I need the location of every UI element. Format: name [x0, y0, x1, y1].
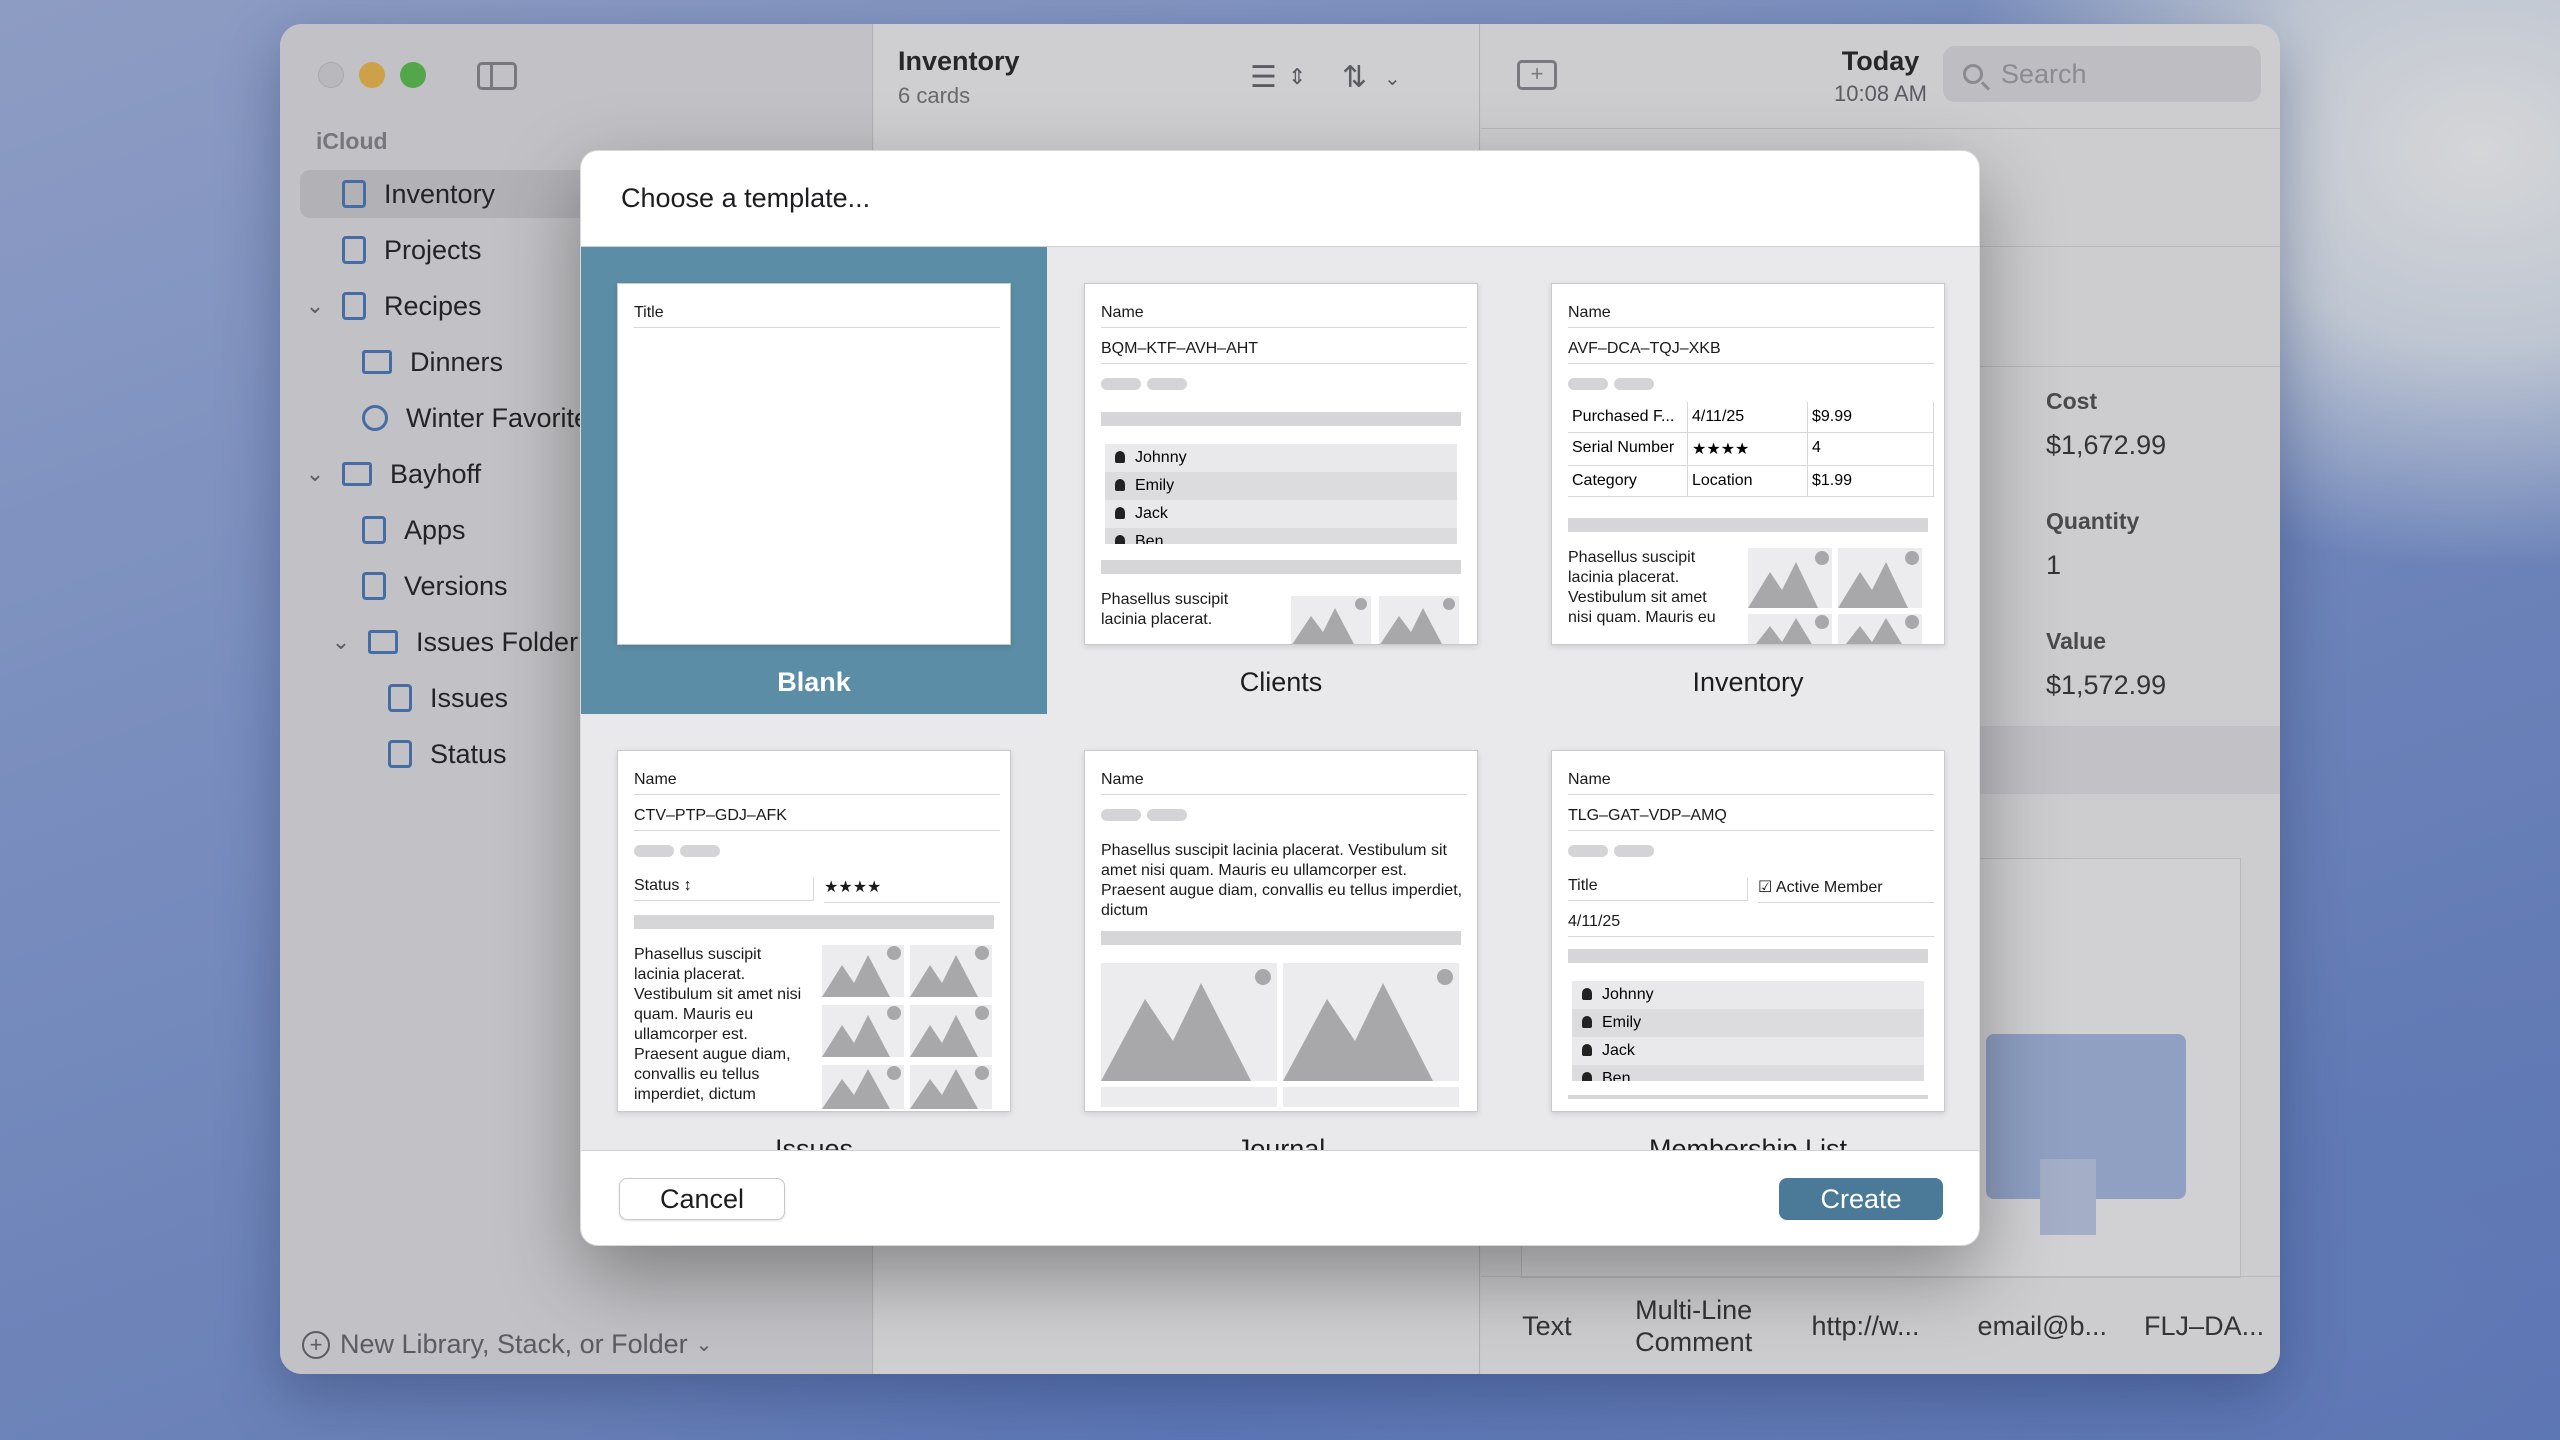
preview-field: Name: [1101, 304, 1467, 328]
table-cell: 4/11/25: [1688, 402, 1808, 433]
template-label: Membership List: [1648, 1134, 1848, 1151]
preview-status-field: Status ↕: [634, 877, 814, 901]
person-name: Emily: [1135, 477, 1175, 494]
preview-field: Name: [634, 771, 1000, 795]
image-thumbnail-icon: [910, 1065, 992, 1109]
table-cell: Serial Number: [1568, 433, 1688, 466]
image-thumbnail-icon: [1101, 963, 1277, 1081]
dialog-footer: Cancel Create: [581, 1151, 1979, 1245]
template-grid: Title Blank Name BQM–KTF–AVH–AHT Johnny …: [581, 246, 1979, 1151]
person-name: Johnny: [1135, 449, 1187, 466]
image-thumbnail-icon: [1748, 548, 1832, 608]
preview-people-list: Johnny Emily Jack Ben: [1105, 444, 1457, 544]
table-cell: 4: [1808, 433, 1934, 466]
image-thumbnail-icon: [822, 945, 904, 997]
person-name: Johnny: [1602, 986, 1654, 1003]
image-thumbnail-icon: [1748, 614, 1832, 644]
preview-date: 4/11/25: [1568, 913, 1934, 937]
template-issues[interactable]: Name CTV–PTP–GDJ–AFK Status ↕ ★★★★ Phase…: [581, 714, 1047, 1151]
preview-field: Name: [1101, 771, 1467, 795]
preview-code: AVF–DCA–TQJ–XKB: [1568, 340, 1934, 364]
preview-code: BQM–KTF–AVH–AHT: [1101, 340, 1467, 364]
preview-code: CTV–PTP–GDJ–AFK: [634, 807, 1000, 831]
person-icon: [1115, 507, 1125, 519]
table-cell: Purchased F...: [1568, 402, 1688, 433]
cancel-button[interactable]: Cancel: [619, 1178, 785, 1220]
preview-checkbox: ☑ Active Member: [1758, 877, 1934, 903]
image-thumbnail-icon: [910, 1005, 992, 1057]
person-icon: [1115, 451, 1125, 463]
table-cell: Category: [1568, 466, 1688, 497]
table-cell: $1.99: [1808, 466, 1934, 497]
create-button[interactable]: Create: [1779, 1178, 1943, 1220]
preview-field: Title: [634, 304, 1000, 328]
template-clients[interactable]: Name BQM–KTF–AVH–AHT Johnny Emily Jack B…: [1048, 247, 1514, 714]
template-membership-list[interactable]: Name TLG–GAT–VDP–AMQ Title ☑ Active Memb…: [1515, 714, 1979, 1151]
person-name: Ben: [1135, 533, 1164, 544]
dialog-title: Choose a template...: [621, 183, 871, 213]
image-thumbnail-icon: [1838, 614, 1922, 644]
person-icon: [1582, 1072, 1592, 1081]
template-inventory[interactable]: Name AVF–DCA–TQJ–XKB Purchased F... 4/11…: [1515, 247, 1979, 714]
template-label: Blank: [777, 667, 851, 697]
table-cell: Location: [1688, 466, 1808, 497]
person-icon: [1582, 1016, 1592, 1028]
table-cell: $9.99: [1808, 402, 1934, 433]
image-thumbnail-icon: [822, 1065, 904, 1109]
choose-template-dialog: Choose a template... Title Blank Name BQ…: [580, 150, 1980, 1246]
preview-rating: ★★★★: [824, 877, 1000, 903]
image-thumbnail-icon: [822, 1005, 904, 1057]
table-cell: ★★★★: [1688, 433, 1808, 466]
template-blank[interactable]: Title Blank: [581, 247, 1047, 714]
preview-field: Name: [1568, 771, 1934, 795]
image-thumbnail-icon: [1379, 596, 1459, 644]
person-name: Ben: [1602, 1070, 1631, 1081]
image-thumbnail-icon: [1838, 548, 1922, 608]
person-name: Jack: [1135, 505, 1168, 522]
template-preview: Name TLG–GAT–VDP–AMQ Title ☑ Active Memb…: [1551, 750, 1945, 1112]
template-preview: Name BQM–KTF–AVH–AHT Johnny Emily Jack B…: [1084, 283, 1478, 645]
template-label: Clients: [1239, 667, 1323, 697]
preview-text: Phasellus suscipit lacinia placerat. Ves…: [1101, 842, 1463, 919]
preview-text: Phasellus suscipit lacinia placerat. Ves…: [634, 946, 802, 1103]
preview-text: Phasellus suscipit lacinia placerat. Ves…: [1568, 549, 1716, 626]
person-name: Jack: [1602, 1042, 1635, 1059]
image-thumbnail-icon: [1291, 596, 1371, 644]
person-icon: [1582, 1044, 1592, 1056]
person-icon: [1115, 479, 1125, 491]
template-preview: Title: [617, 283, 1011, 645]
image-thumbnail-icon: [1283, 963, 1459, 1081]
preview-code: TLG–GAT–VDP–AMQ: [1568, 807, 1934, 831]
template-preview: Name Phasellus suscipit lacinia placerat…: [1084, 750, 1478, 1112]
person-name: Emily: [1602, 1014, 1642, 1031]
template-label: Journal: [1236, 1134, 1326, 1151]
image-thumbnail-icon: [910, 945, 992, 997]
template-label: Inventory: [1692, 667, 1804, 697]
template-label: Issues: [774, 1134, 854, 1151]
person-icon: [1582, 988, 1592, 1000]
template-preview: Name CTV–PTP–GDJ–AFK Status ↕ ★★★★ Phase…: [617, 750, 1011, 1112]
preview-text: Phasellus suscipit lacinia placerat.: [1101, 591, 1229, 628]
preview-people-list: Johnny Emily Jack Ben: [1572, 981, 1924, 1081]
person-icon: [1115, 535, 1125, 544]
template-journal[interactable]: Name Phasellus suscipit lacinia placerat…: [1048, 714, 1514, 1151]
template-preview: Name AVF–DCA–TQJ–XKB Purchased F... 4/11…: [1551, 283, 1945, 645]
preview-title-field: Title: [1568, 877, 1748, 901]
preview-table: Purchased F... 4/11/25 $9.99 Serial Numb…: [1568, 402, 1934, 497]
preview-field: Name: [1568, 304, 1934, 328]
